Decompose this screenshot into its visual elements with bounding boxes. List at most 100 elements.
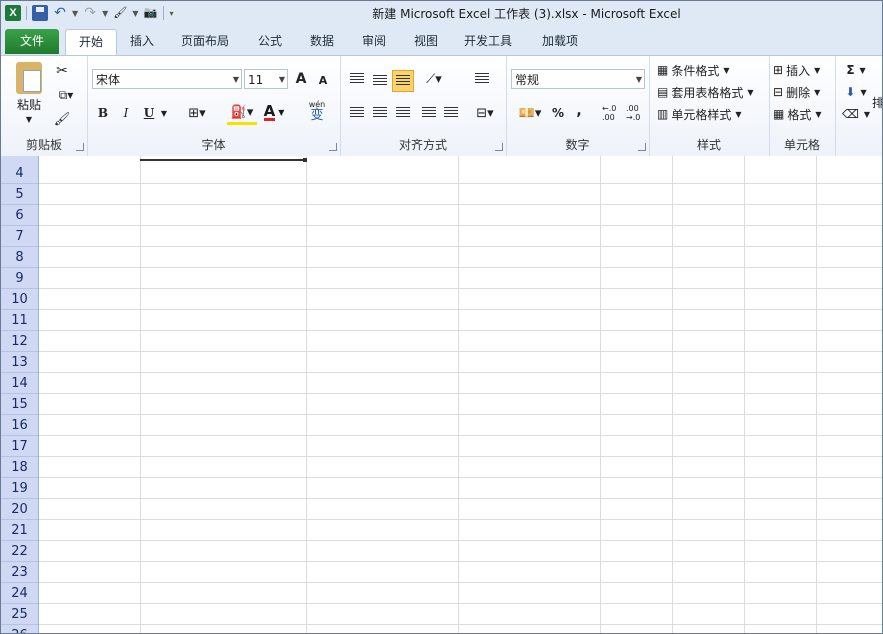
clear-eraser-icon[interactable]: ⌫ ▼ (841, 104, 871, 124)
excel-window: X ↶ ▼ ↷ ▼ 🖌 ▼ 📷 ▾ 新建 Microsoft Excel 工作表… (0, 0, 883, 634)
font-size-select[interactable]: 11 ▼ (244, 69, 288, 89)
font-group: 宋体 ▼ 11 ▼ A A B I U ▼ ⊞▾ ⛽▾ A ▼ wén 变 字体 (87, 56, 341, 156)
row-header-12[interactable]: 12 (1, 331, 38, 352)
row-header-16[interactable]: 16 (1, 415, 38, 436)
sort-filter-partial-label[interactable]: 排 (872, 92, 882, 112)
tab-file[interactable]: 文件 (5, 29, 59, 54)
row-header-17[interactable]: 17 (1, 436, 38, 457)
row-header-5[interactable]: 5 (1, 184, 38, 205)
row-header-20[interactable]: 20 (1, 499, 38, 520)
title-bar: X ↶ ▼ ↷ ▼ 🖌 ▼ 📷 ▾ 新建 Microsoft Excel 工作表… (1, 1, 882, 26)
align-left-icon[interactable] (348, 104, 366, 122)
tab-add-ins[interactable]: 加载项 (527, 29, 593, 54)
tab-home[interactable]: 开始 (65, 29, 117, 56)
row-gridline (39, 246, 882, 247)
row-header-8[interactable]: 8 (1, 247, 38, 268)
tab-developer[interactable]: 开发工具 (455, 29, 521, 54)
decrease-indent-icon[interactable] (420, 104, 438, 122)
decrease-decimal-button[interactable]: .00 →.0 (626, 104, 646, 122)
bottom-align-icon[interactable] (392, 70, 414, 92)
insert-cells-button[interactable]: ⊞ 插入 ▼ (773, 60, 833, 80)
row-header-4[interactable]: 4 (1, 163, 38, 184)
row-header-22[interactable]: 22 (1, 541, 38, 562)
number-launcher-icon[interactable] (638, 143, 646, 151)
middle-align-icon[interactable] (371, 72, 389, 90)
row-header-14[interactable]: 14 (1, 373, 38, 394)
window-title: 新建 Microsoft Excel 工作表 (3).xlsx - Micros… (372, 7, 681, 21)
paste-dropdown-icon[interactable]: ▼ (21, 114, 37, 124)
percent-button[interactable]: % (550, 104, 566, 122)
selected-cell-border (140, 159, 306, 161)
italic-button[interactable]: I (118, 104, 134, 122)
row-header-13[interactable]: 13 (1, 352, 38, 373)
fill-color-icon[interactable]: ⛽▾ (227, 102, 257, 125)
tab-review[interactable]: 审阅 (351, 29, 397, 54)
font-name-select[interactable]: 宋体 ▼ (92, 69, 242, 89)
wrap-text-icon[interactable] (472, 70, 492, 88)
number-format-select[interactable]: 常规 ▼ (511, 69, 645, 89)
paste-icon[interactable] (11, 60, 47, 96)
fill-down-icon[interactable]: ⬇ ▼ (841, 82, 871, 102)
row-gridline (39, 330, 882, 331)
grow-font-button[interactable]: A (293, 69, 309, 89)
row-header-7[interactable]: 7 (1, 226, 38, 247)
increase-decimal-button[interactable]: ←.0 .00 (602, 104, 622, 122)
cut-icon[interactable]: ✂ (53, 62, 71, 80)
editing-group: Σ ▼ ⬇ ▼ ⌫ ▼ 排 (835, 56, 882, 156)
tab-page-layout[interactable]: 页面布局 (171, 29, 239, 54)
orientation-icon[interactable]: ⟋▾ (420, 70, 448, 88)
align-center-icon[interactable] (371, 104, 389, 122)
row-header-9[interactable]: 9 (1, 268, 38, 289)
underline-dropdown-icon[interactable]: ▼ (159, 106, 169, 120)
clipboard-launcher-icon[interactable] (76, 143, 84, 151)
top-align-icon[interactable] (348, 70, 366, 88)
row-header-18[interactable]: 18 (1, 457, 38, 478)
row-header-25[interactable]: 25 (1, 604, 38, 625)
row-header-24[interactable]: 24 (1, 583, 38, 604)
tab-formulas[interactable]: 公式 (247, 29, 293, 54)
format-cells-button[interactable]: ▦ 格式 ▼ (773, 104, 833, 124)
conditional-formatting-button[interactable]: ▦ 条件格式 ▼ (657, 60, 767, 80)
number-group-label: 数字 (565, 138, 590, 152)
border-icon[interactable]: ⊞▾ (183, 104, 211, 122)
font-launcher-icon[interactable] (329, 143, 337, 151)
autosum-button[interactable]: Σ ▼ (841, 60, 871, 80)
row-header-26[interactable]: 26 (1, 625, 38, 633)
row-gridline (39, 414, 882, 415)
font-color-button[interactable]: A ▼ (261, 102, 287, 122)
paste-button[interactable]: 粘贴 (9, 96, 49, 112)
tab-view[interactable]: 视图 (403, 29, 449, 54)
row-gridline (39, 267, 882, 268)
accounting-format-icon[interactable]: 💴▾ (514, 104, 546, 122)
row-header-21[interactable]: 21 (1, 520, 38, 541)
row-header-15[interactable]: 15 (1, 394, 38, 415)
row-header-19[interactable]: 19 (1, 478, 38, 499)
styles-group-label: 样式 (696, 138, 721, 152)
delete-cells-button[interactable]: ⊟ 删除 ▼ (773, 82, 833, 102)
alignment-group-label: 对齐方式 (398, 138, 447, 152)
tab-data[interactable]: 数据 (299, 29, 345, 54)
shrink-font-button[interactable]: A (315, 71, 331, 89)
underline-button[interactable]: U (141, 104, 157, 122)
row-header-10[interactable]: 10 (1, 289, 38, 310)
copy-icon[interactable]: ⧉▾ (53, 86, 79, 104)
row-gridline (39, 498, 882, 499)
row-header-11[interactable]: 11 (1, 310, 38, 331)
row-header-6[interactable]: 6 (1, 205, 38, 226)
fill-handle[interactable] (303, 158, 307, 162)
format-painter-icon[interactable]: 🖌 (53, 110, 71, 128)
phonetic-guide-button[interactable]: wén 变 (302, 100, 332, 122)
row-header-23[interactable]: 23 (1, 562, 38, 583)
cell-styles-button[interactable]: ▥ 单元格样式 ▼ (657, 104, 767, 124)
increase-indent-icon[interactable] (442, 104, 460, 122)
worksheet-grid[interactable]: 4567891011121314151617181920212223242526 (1, 156, 882, 633)
comma-button[interactable]: , (572, 102, 586, 120)
format-as-table-button[interactable]: ▤ 套用表格格式 ▼ (657, 82, 769, 102)
alignment-launcher-icon[interactable] (495, 143, 503, 151)
bold-button[interactable]: B (95, 104, 111, 122)
row-gridline (39, 393, 882, 394)
align-right-icon[interactable] (394, 104, 412, 122)
tab-insert[interactable]: 插入 (119, 29, 165, 54)
merge-center-icon[interactable]: ⊟▾ (470, 104, 500, 122)
row-gridline (39, 288, 882, 289)
